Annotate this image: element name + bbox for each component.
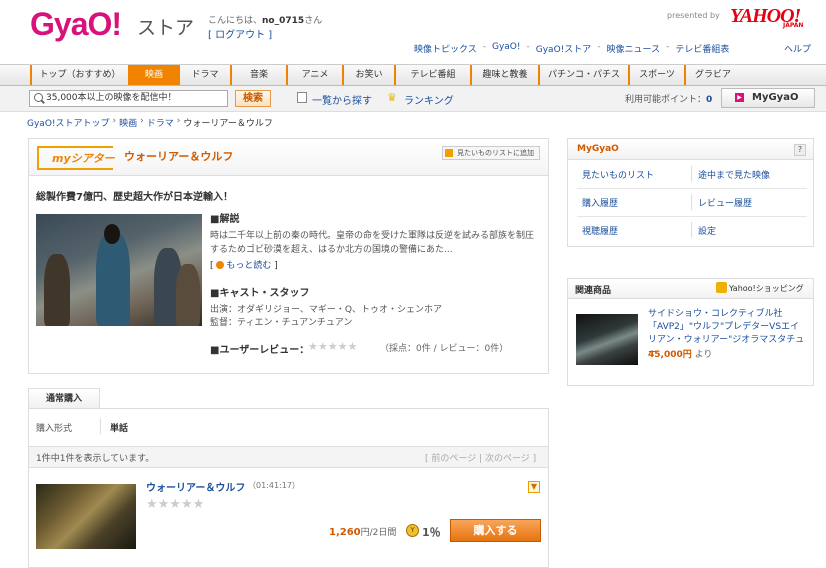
purchase-type-label: 購入形式 <box>36 424 73 434</box>
price-value: 1,260 <box>329 527 361 538</box>
nav-item-hobby[interactable]: 趣味と教養 <box>470 65 538 85</box>
mygyao-partial-link[interactable]: 途中まで見た映像 <box>698 168 770 181</box>
mygyao-review-history-link[interactable]: レビュー履歴 <box>698 196 752 209</box>
shopping-bag-icon <box>716 282 727 293</box>
nav-item-comedy[interactable]: お笑い <box>342 65 394 85</box>
points-label: 利用可能ポイント： <box>625 95 707 105</box>
related-price-suffix: より <box>691 350 713 360</box>
movie-title: ウォーリアー＆ウルフ <box>124 150 234 163</box>
crown-icon: ♛ <box>387 91 397 104</box>
logout-link[interactable]: [ ログアウト ] <box>208 26 272 41</box>
breadcrumb-store-top[interactable]: GyaO!ストアトップ <box>27 116 110 129</box>
user-review-heading: ■ユーザーレビュー： <box>210 345 310 356</box>
read-more-icon <box>216 261 225 269</box>
search-button[interactable]: 検索 <box>235 90 271 107</box>
breadcrumb-drama[interactable]: ドラマ <box>147 116 174 129</box>
play-icon: ▶ <box>735 93 744 102</box>
top-link-store[interactable]: GyaO!ストア <box>536 42 592 55</box>
nav-item-gravure[interactable]: グラビア <box>684 65 740 85</box>
item-thumbnail[interactable] <box>36 484 136 549</box>
nav-item-pachinko[interactable]: パチンコ・パチスロ <box>538 65 628 100</box>
ranking-link[interactable]: ランキング <box>404 92 454 107</box>
store-logo[interactable]: ストア <box>137 13 194 40</box>
greeting-suffix: さん <box>304 16 323 26</box>
search-input[interactable]: 35,000本以上の映像を配信中！ <box>29 90 228 107</box>
synopsis-heading: ■解説 <box>210 214 240 225</box>
price-unit: 円/2日間 <box>360 528 397 538</box>
nav-item-music[interactable]: 音楽 <box>230 65 286 85</box>
list-browse-link[interactable]: 一覧から探す <box>312 92 372 107</box>
presented-by: presented by <box>667 11 720 20</box>
read-more-link[interactable]: [ もっと読む ] <box>210 258 278 271</box>
list-icon <box>297 92 307 103</box>
top-link-gyao[interactable]: GyaO! <box>492 42 521 55</box>
download-icon[interactable]: ▼ <box>528 481 540 493</box>
available-points: 利用可能ポイント：0 <box>625 92 712 105</box>
greeting-prefix: こんにちは、 <box>208 16 263 26</box>
points-rate: 1％ <box>422 526 441 539</box>
buy-button[interactable]: 購入する <box>450 519 541 542</box>
review-stars: ★★★★★ <box>308 340 358 353</box>
mygyao-wishlist-link[interactable]: 見たいものリスト <box>582 168 654 181</box>
points-value: 0 <box>706 95 713 105</box>
divider <box>100 418 101 434</box>
help-link[interactable]: ヘルプ <box>784 42 811 55</box>
divider <box>691 166 692 182</box>
divider <box>577 188 807 189</box>
add-to-wishlist-button[interactable]: 見たいものリストに追加 <box>442 146 540 160</box>
nav-item-movie[interactable]: 映画 <box>128 65 178 85</box>
nav-item-anime[interactable]: アニメ <box>286 65 342 85</box>
mygyao-title: MyGyaO <box>577 144 619 154</box>
mygyao-settings-link[interactable]: 設定 <box>698 224 716 237</box>
greeting: こんにちは、no_0715さん <box>208 13 322 26</box>
gyao-logo[interactable]: GyaO! <box>30 6 122 43</box>
nav-item-tv[interactable]: テレビ番組 <box>394 65 470 85</box>
movie-thumbnail[interactable] <box>36 214 202 326</box>
pager[interactable]: [ 前のページ | 次のページ ] <box>425 451 536 464</box>
item-duration: （01:41:17） <box>248 481 300 490</box>
movie-tagline: 総製作費7億円、歴史超大作が日本逆輸入！ <box>36 192 233 203</box>
top-link-tv[interactable]: テレビ番組表 <box>675 42 729 55</box>
result-count: 1件中1件を表示しています。 <box>36 454 155 464</box>
purchase-type-value: 単話 <box>110 424 129 434</box>
wishlist-icon <box>445 149 453 157</box>
related-product-image[interactable] <box>576 314 638 365</box>
related-products-title: 関連商品 <box>575 286 612 296</box>
director-line: 監督：ティエン・チュアンチュアン <box>210 318 353 328</box>
top-link-news[interactable]: 映像ニュース <box>607 42 661 55</box>
nav-item-drama[interactable]: ドラマ <box>178 65 230 85</box>
search-icon <box>34 93 43 102</box>
username: no_0715 <box>262 16 305 26</box>
yahoo-shopping-label[interactable]: Yahoo!ショッピング <box>729 283 804 294</box>
points-icon: Y <box>406 524 419 537</box>
breadcrumb: GyaO!ストアトップ › 映画 › ドラマ › ウォーリアー＆ウルフ <box>27 116 273 129</box>
cast-line: 出演：オダギリジョー、マギー・Q、トゥオ・シェンホア <box>210 305 442 315</box>
breadcrumb-movie[interactable]: 映画 <box>119 116 137 129</box>
review-counts: （採点：0件 / レビュー：0件） <box>380 344 509 354</box>
top-links: 映像トピックス - GyaO! - GyaO!ストア - 映像ニュース - テレビ番組表 <box>414 42 730 55</box>
nav-item-top[interactable]: トップ（おすすめ） <box>30 65 128 85</box>
mygyao-purchase-history-link[interactable]: 購入履歴 <box>582 196 618 209</box>
item-price: 1,260円/2日間 <box>329 525 396 538</box>
mytheater-label: myシアター <box>52 152 115 165</box>
breadcrumb-current: ウォーリアー＆ウルフ <box>183 119 273 129</box>
synopsis-text: 時は二千年以上前の秦の時代。皇帝の命を受けた軍隊は反逆を試みる部族を制圧するため… <box>210 231 535 255</box>
cast-heading: ■キャスト・スタッフ <box>210 288 310 299</box>
divider <box>691 194 692 210</box>
related-price-value: 45,000円 <box>648 350 692 360</box>
related-product-price: 45,000円 より <box>648 347 712 360</box>
read-more-label[interactable]: もっと読む <box>226 261 271 271</box>
divider <box>577 216 807 217</box>
item-title-link[interactable]: ウォーリアー＆ウルフ <box>146 479 245 494</box>
category-nav: トップ（おすすめ） 映画 ドラマ 音楽 アニメ お笑い テレビ番組 趣味と教養 … <box>0 64 826 100</box>
mygyao-view-history-link[interactable]: 視聴履歴 <box>582 224 618 237</box>
cast-text: 出演：オダギリジョー、マギー・Q、トゥオ・シェンホア 監督：ティエン・チュアンチ… <box>210 304 442 330</box>
nav-item-sports[interactable]: スポーツ <box>628 65 684 85</box>
top-link-topics[interactable]: 映像トピックス <box>414 42 477 55</box>
item-rating-stars: ★★★★★ <box>146 497 205 512</box>
help-icon[interactable]: ? <box>794 144 806 156</box>
tab-normal-purchase[interactable]: 通常購入 <box>28 388 100 409</box>
yahoo-japan-label: JAPAN <box>783 22 804 29</box>
divider <box>691 222 692 238</box>
